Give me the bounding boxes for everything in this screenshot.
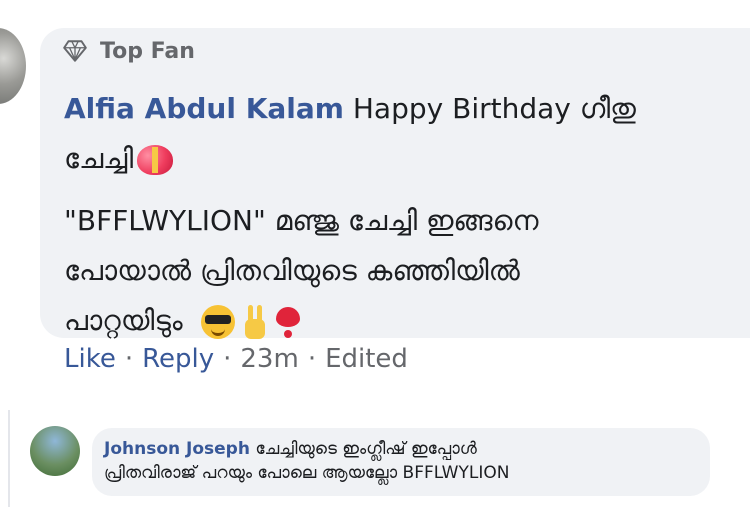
comment-timestamp[interactable]: 23m	[240, 344, 298, 374]
reply-text-line2: പ്രിതവിരാജ് പറയും പോലെ ആയല്ലോ BFFLWYLION	[104, 463, 510, 483]
red-heart-emoji-icon	[275, 305, 301, 339]
reply-body: Johnson Joseph ചേച്ചിയുടെ ഇംഗ്ലീഷ് ഇപ്പോ…	[104, 437, 694, 485]
comment-author-link[interactable]: Alfia Abdul Kalam	[64, 92, 344, 125]
comment-actions: Like · Reply · 23m · Edited	[64, 344, 408, 374]
edited-label[interactable]: Edited	[325, 344, 408, 374]
top-fan-badge: Top Fan	[62, 38, 195, 64]
comment-paragraph-1: Alfia Abdul Kalam Happy Birthday ഗീതു ചേ…	[64, 84, 734, 184]
heart-gift-emoji-icon	[137, 145, 174, 175]
diamond-icon	[63, 40, 87, 62]
comment-text-line1: Happy Birthday ഗീതു	[352, 92, 636, 125]
reply-thread-line	[8, 410, 10, 507]
comment-paragraph-2: "BFFLWYLION" മഞ്ജു ചേച്ചി ഇങ്ങനെ പോയാൽ പ…	[64, 196, 734, 346]
victory-hand-emoji-icon	[243, 305, 267, 339]
reply-button[interactable]: Reply	[142, 344, 214, 374]
separator-dot: ·	[223, 344, 232, 374]
reply-avatar[interactable]	[30, 426, 80, 476]
comment-para2-line2: പോയാൽ പ്രിതവിയുടെ കഞ്ഞിയിൽ	[64, 254, 520, 287]
separator-dot: ·	[124, 344, 134, 374]
top-fan-label: Top Fan	[100, 38, 195, 64]
like-button[interactable]: Like	[64, 344, 116, 374]
sunglasses-emoji-icon	[201, 305, 236, 339]
comment-para2-line1: "BFFLWYLION" മഞ്ജു ചേച്ചി ഇങ്ങനെ	[64, 204, 539, 237]
comment-body: Alfia Abdul Kalam Happy Birthday ഗീതു ചേ…	[64, 84, 734, 346]
reply-author-link[interactable]: Johnson Joseph	[104, 439, 250, 459]
reply-text-line1: ചേച്ചിയുടെ ഇംഗ്ലീഷ് ഇപ്പോൾ	[255, 439, 477, 459]
comment-text-line2: ചേച്ചി	[64, 142, 134, 175]
separator-dot: ·	[307, 344, 317, 374]
comment-para2-line3: പാറ്റയിടും	[64, 304, 183, 337]
commenter-avatar[interactable]	[0, 28, 26, 104]
